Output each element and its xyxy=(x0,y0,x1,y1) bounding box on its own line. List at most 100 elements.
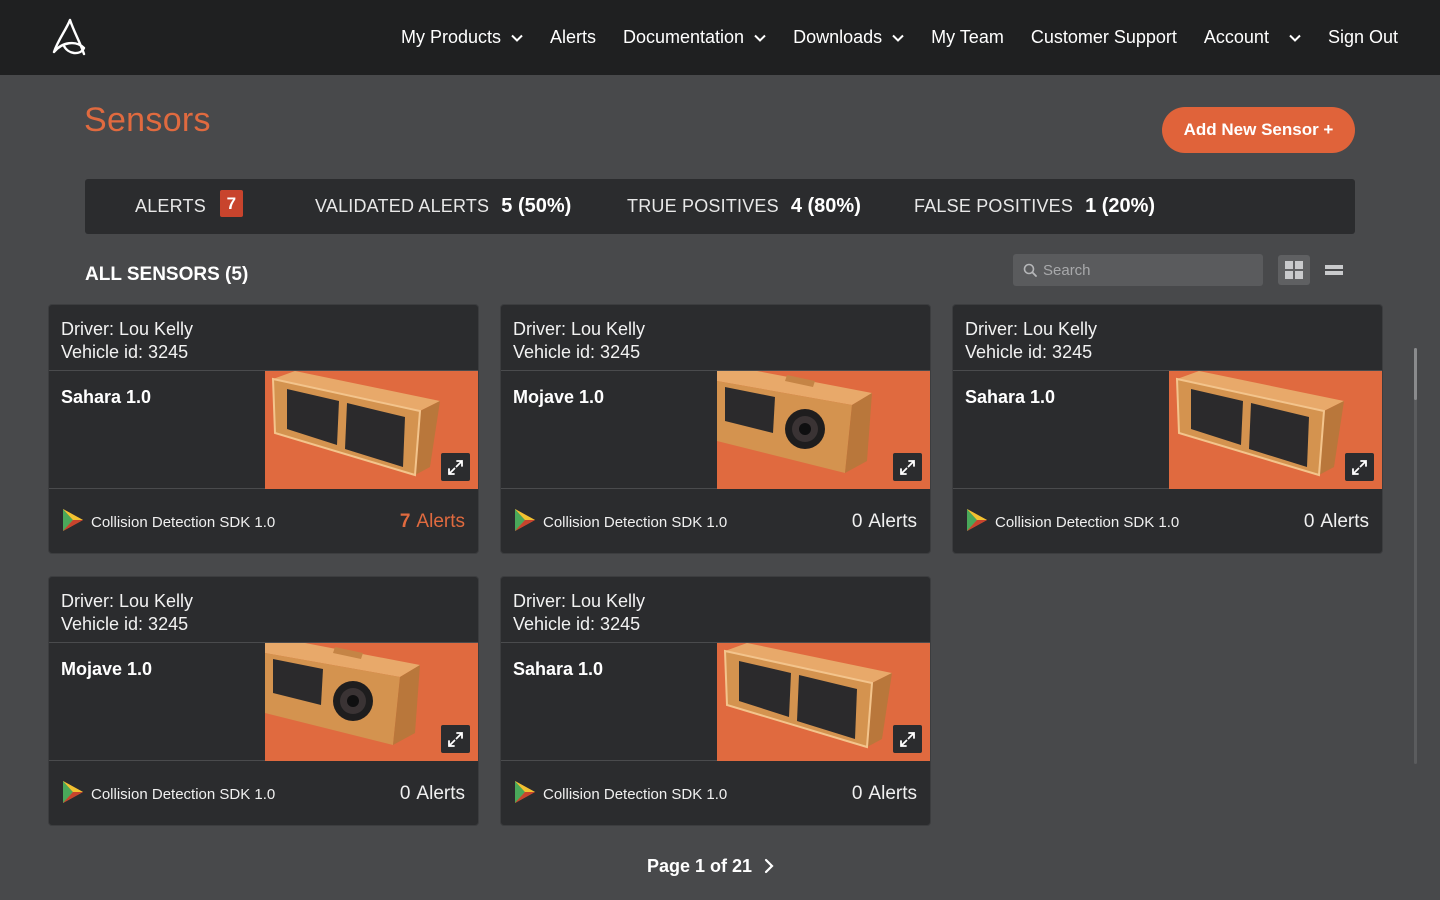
card-footer: Collision Detection SDK 1.0 0 Alerts xyxy=(501,489,930,553)
list-view-toggle[interactable] xyxy=(1318,255,1350,285)
app-logo-icon[interactable] xyxy=(50,18,88,58)
add-new-sensor-button[interactable]: Add New Sensor + xyxy=(1162,107,1355,153)
search-box[interactable] xyxy=(1013,254,1263,286)
card-header: Driver: Lou Kelly Vehicle id: 3245 xyxy=(501,305,930,371)
alerts-count-number: 0 xyxy=(851,511,863,532)
driver-name: Driver: Lou Kelly xyxy=(513,591,646,611)
sensor-image xyxy=(1169,371,1382,489)
alerts-count-number: 0 xyxy=(399,783,411,804)
expand-image-button[interactable] xyxy=(893,453,922,481)
expand-image-button[interactable] xyxy=(441,453,470,481)
card-header: Driver: Lou Kelly Vehicle id: 3245 xyxy=(49,577,478,643)
chevron-right-icon[interactable] xyxy=(764,858,774,874)
sensor-image xyxy=(265,371,478,489)
nav-documentation[interactable]: Documentation xyxy=(623,27,766,48)
chevron-down-icon xyxy=(1289,34,1301,42)
nav-sign-out[interactable]: Sign Out xyxy=(1328,27,1398,48)
nav-sign-out-label: Sign Out xyxy=(1327,27,1398,47)
alerts-count-link[interactable]: 0 Alerts xyxy=(852,511,917,533)
alerts-count-link[interactable]: 0 Alerts xyxy=(852,783,917,805)
sensor-card[interactable]: Driver: Lou Kelly Vehicle id: 3245 Mojave … xyxy=(48,576,479,826)
sdk-name: Collision Detection SDK 1.0 xyxy=(995,514,1180,531)
nav-downloads-label: Downloads xyxy=(793,27,883,47)
card-header: Driver: Lou Kelly Vehicle id: 3245 xyxy=(953,305,1382,371)
sensor-model: Sahara 1.0 xyxy=(513,659,604,679)
nav-account[interactable]: Account xyxy=(1204,27,1301,48)
alerts-count-link[interactable]: 0 Alerts xyxy=(400,783,465,805)
sensor-card[interactable]: Driver: Lou Kelly Vehicle id: 3245 Sahara … xyxy=(500,576,931,826)
alerts-count-number: 0 xyxy=(1303,511,1315,532)
stat-true-positives-value: 4 (80%) xyxy=(790,195,861,217)
nav-my-products[interactable]: My Products xyxy=(401,27,523,48)
page-title: Sensors xyxy=(84,101,211,139)
stat-true-positives-label: TRUE POSITIVES xyxy=(627,196,779,216)
card-footer: Collision Detection SDK 1.0 0 Alerts xyxy=(49,761,478,825)
sensor-card[interactable]: Driver: Lou Kelly Vehicle id: 3245 Sahara … xyxy=(952,304,1383,554)
card-body: Mojave 1.0 xyxy=(501,371,930,489)
nav-customer-support-label: Customer Support xyxy=(1030,27,1177,47)
driver-name: Driver: Lou Kelly xyxy=(61,319,194,339)
card-header: Driver: Lou Kelly Vehicle id: 3245 xyxy=(49,305,478,371)
stat-false-positives: FALSE POSITIVES 1 (20%) xyxy=(914,179,1155,234)
list-view-icon xyxy=(1325,265,1343,275)
sensor-card[interactable]: Driver: Lou Kelly Vehicle id: 3245 Mojave … xyxy=(500,304,931,554)
sensor-model: Sahara 1.0 xyxy=(61,387,152,407)
sensor-model: Mojave 1.0 xyxy=(513,387,605,407)
expand-image-button[interactable] xyxy=(441,725,470,753)
alerts-count-link[interactable]: 0 Alerts xyxy=(1304,511,1369,533)
sdk-logo-icon xyxy=(63,781,83,803)
alerts-count-label: Alerts xyxy=(868,511,917,532)
top-navigation-bar: My Products Alerts Documentation Downloa… xyxy=(0,0,1440,75)
stat-alerts-label: ALERTS xyxy=(135,196,206,216)
stat-false-positives-label: FALSE POSITIVES xyxy=(914,196,1074,216)
sdk-name: Collision Detection SDK 1.0 xyxy=(543,514,728,531)
expand-icon xyxy=(900,731,915,747)
nav-alerts[interactable]: Alerts xyxy=(550,27,596,48)
nav-my-team[interactable]: My Team xyxy=(931,27,1004,48)
nav-customer-support[interactable]: Customer Support xyxy=(1031,27,1177,48)
driver-name: Driver: Lou Kelly xyxy=(965,319,1098,339)
vehicle-id: Vehicle id: 3245 xyxy=(61,614,189,634)
card-footer: Collision Detection SDK 1.0 0 Alerts xyxy=(501,761,930,825)
search-input[interactable] xyxy=(1043,261,1243,279)
sensor-image xyxy=(265,643,478,761)
nav-documentation-label: Documentation xyxy=(623,27,745,47)
search-icon xyxy=(1023,263,1037,277)
alerts-count-number: 7 xyxy=(399,511,411,532)
all-sensors-heading: ALL SENSORS (5) xyxy=(85,264,249,285)
scrollbar-thumb[interactable] xyxy=(1414,348,1417,400)
stat-true-positives: TRUE POSITIVES 4 (80%) xyxy=(627,179,861,234)
card-header: Driver: Lou Kelly Vehicle id: 3245 xyxy=(501,577,930,643)
sdk-logo-icon xyxy=(515,781,535,803)
nav-alerts-label: Alerts xyxy=(549,27,596,47)
nav-downloads[interactable]: Downloads xyxy=(793,27,904,48)
alerts-count-link[interactable]: 7 Alerts xyxy=(400,511,465,533)
sensor-card[interactable]: Driver: Lou Kelly Vehicle id: 3245 Sahara … xyxy=(48,304,479,554)
card-body: Mojave 1.0 xyxy=(49,643,478,761)
alert-stats-bar: ALERTS 7 VALIDATED ALERTS 5 (50%) TRUE P… xyxy=(85,179,1355,234)
sdk-logo-icon xyxy=(515,509,535,531)
sensor-image xyxy=(717,371,930,489)
pagination: Page 1 of 21 xyxy=(647,856,774,877)
vehicle-id: Vehicle id: 3245 xyxy=(513,342,641,362)
sdk-name: Collision Detection SDK 1.0 xyxy=(91,786,276,803)
expand-image-button[interactable] xyxy=(893,725,922,753)
nav-my-products-label: My Products xyxy=(400,27,501,47)
chevron-down-icon xyxy=(511,34,523,42)
sdk-name: Collision Detection SDK 1.0 xyxy=(91,514,276,531)
sdk-name: Collision Detection SDK 1.0 xyxy=(543,786,728,803)
main-nav: My Products Alerts Documentation Downloa… xyxy=(374,0,1398,75)
chevron-down-icon xyxy=(892,34,904,42)
grid-view-toggle[interactable] xyxy=(1278,255,1310,285)
chevron-down-icon xyxy=(754,34,766,42)
stat-false-positives-value: 1 (20%) xyxy=(1085,195,1156,217)
scrollbar-track[interactable] xyxy=(1414,348,1417,764)
sensor-model: Sahara 1.0 xyxy=(965,387,1056,407)
stat-alerts[interactable]: ALERTS 7 xyxy=(135,179,243,234)
card-footer: Collision Detection SDK 1.0 7 Alerts xyxy=(49,489,478,553)
card-body: Sahara 1.0 xyxy=(953,371,1382,489)
expand-icon xyxy=(1352,459,1367,475)
expand-image-button[interactable] xyxy=(1345,453,1374,481)
sdk-logo-icon xyxy=(967,509,987,531)
driver-name: Driver: Lou Kelly xyxy=(513,319,646,339)
